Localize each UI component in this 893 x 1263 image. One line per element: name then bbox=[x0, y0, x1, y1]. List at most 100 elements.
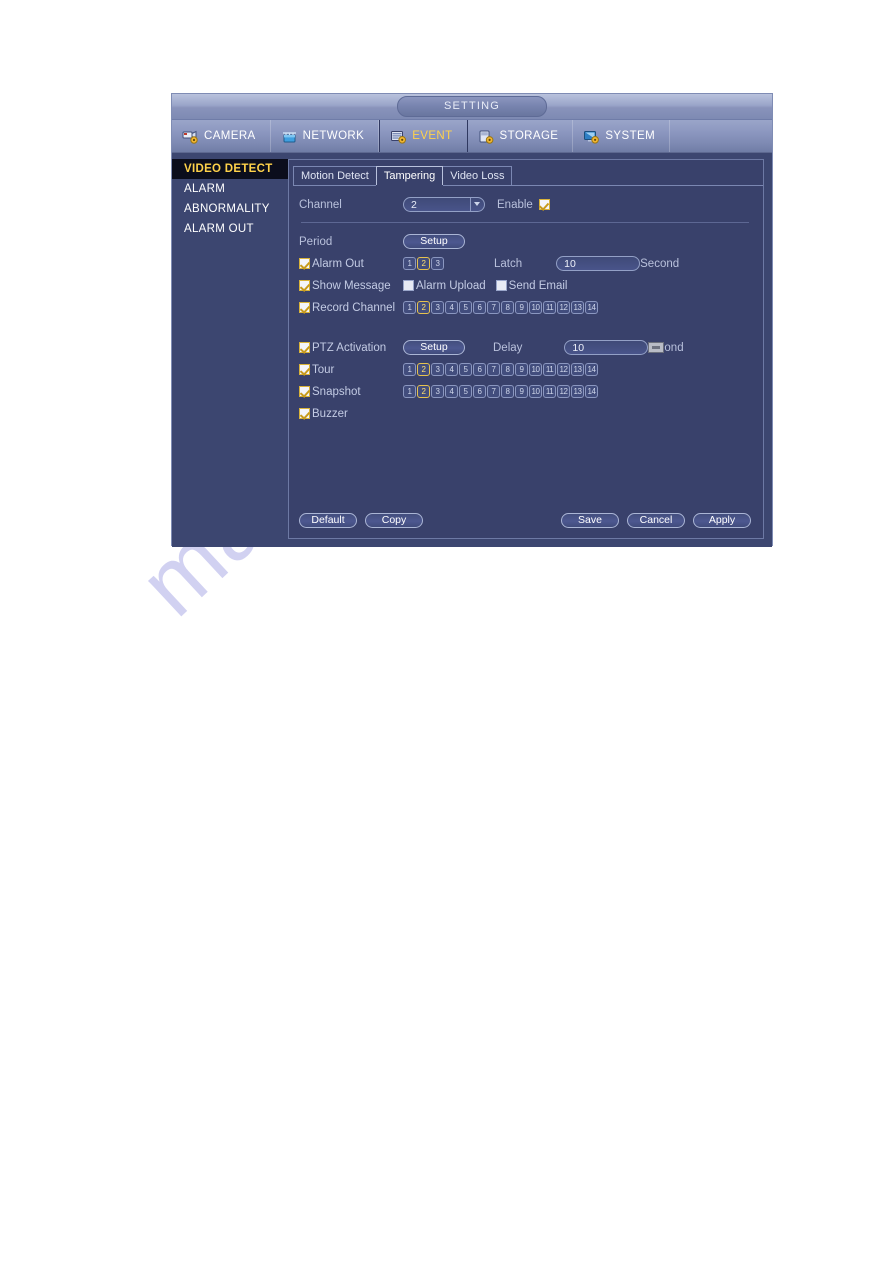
snapshot-channel[interactable]: 5 bbox=[459, 385, 472, 398]
send-email-checkbox[interactable] bbox=[495, 280, 507, 291]
tour-channel[interactable]: 8 bbox=[501, 363, 514, 376]
default-button[interactable]: Default bbox=[299, 513, 357, 528]
tab-system-label: SYSTEM bbox=[605, 130, 656, 142]
channel-select[interactable]: 2 bbox=[403, 197, 485, 212]
period-setup-button[interactable]: Setup bbox=[403, 234, 465, 249]
apply-button[interactable]: Apply bbox=[693, 513, 751, 528]
tab-video-loss[interactable]: Video Loss bbox=[442, 166, 513, 185]
record-channel[interactable]: 6 bbox=[473, 301, 486, 314]
tab-motion-detect[interactable]: Motion Detect bbox=[293, 166, 377, 185]
ptz-activation-checkbox[interactable] bbox=[299, 342, 310, 353]
record-channel[interactable]: 4 bbox=[445, 301, 458, 314]
snapshot-channel[interactable]: 12 bbox=[557, 385, 570, 398]
record-channel[interactable]: 5 bbox=[459, 301, 472, 314]
sidebar-item-alarm-out[interactable]: ALARM OUT bbox=[172, 219, 288, 239]
tampering-form: Channel 2 Enable Period Setup Alarm Out … bbox=[289, 186, 763, 424]
alarm-out-checkbox[interactable] bbox=[299, 258, 310, 269]
snapshot-channel[interactable]: 10 bbox=[529, 385, 542, 398]
snapshot-channel[interactable]: 13 bbox=[571, 385, 584, 398]
record-channel[interactable]: 12 bbox=[557, 301, 570, 314]
snapshot-channel[interactable]: 11 bbox=[543, 385, 556, 398]
record-channel-row: Record Channel 1 2 3 4 5 6 7 8 9 10 11 1… bbox=[299, 297, 751, 318]
alarm-out-channels: 1 2 3 bbox=[403, 257, 444, 270]
snapshot-channels: 1 2 3 4 5 6 7 8 9 10 11 12 13 14 bbox=[403, 385, 598, 398]
camera-icon bbox=[182, 129, 199, 144]
tour-channel[interactable]: 13 bbox=[571, 363, 584, 376]
tab-system[interactable]: SYSTEM bbox=[573, 120, 671, 152]
buzzer-row: Buzzer bbox=[299, 403, 751, 424]
alarm-out-channel[interactable]: 1 bbox=[403, 257, 416, 270]
buzzer-checkbox[interactable] bbox=[299, 408, 310, 419]
record-channel-checkbox[interactable] bbox=[299, 302, 310, 313]
window-title: SETTING bbox=[397, 96, 547, 117]
latch-input[interactable]: 10 bbox=[556, 256, 641, 271]
tour-channel[interactable]: 1 bbox=[403, 363, 416, 376]
copy-button[interactable]: Copy bbox=[365, 513, 423, 528]
snapshot-channel[interactable]: 1 bbox=[403, 385, 416, 398]
delay-input[interactable]: 10 bbox=[564, 340, 649, 355]
channel-row: Channel 2 Enable bbox=[299, 194, 751, 215]
enable-label: Enable bbox=[497, 198, 533, 211]
snapshot-channel[interactable]: 8 bbox=[501, 385, 514, 398]
record-channel[interactable]: 11 bbox=[543, 301, 556, 314]
sidebar-item-abnormality[interactable]: ABNORMALITY bbox=[172, 199, 288, 219]
snapshot-channel[interactable]: 4 bbox=[445, 385, 458, 398]
snapshot-channel[interactable]: 3 bbox=[431, 385, 444, 398]
record-channel[interactable]: 13 bbox=[571, 301, 584, 314]
record-channel[interactable]: 9 bbox=[515, 301, 528, 314]
cancel-button[interactable]: Cancel bbox=[627, 513, 685, 528]
snapshot-channel[interactable]: 2 bbox=[417, 385, 430, 398]
tab-network[interactable]: NETWORK bbox=[271, 120, 380, 152]
tour-channel[interactable]: 12 bbox=[557, 363, 570, 376]
alarm-out-channel[interactable]: 3 bbox=[431, 257, 444, 270]
snapshot-channel[interactable]: 9 bbox=[515, 385, 528, 398]
show-message-checkbox[interactable] bbox=[299, 280, 310, 291]
record-channel[interactable]: 10 bbox=[529, 301, 542, 314]
tour-channel[interactable]: 7 bbox=[487, 363, 500, 376]
enable-checkbox[interactable] bbox=[538, 199, 550, 210]
sidebar-item-video-detect[interactable]: VIDEO DETECT bbox=[172, 159, 288, 179]
tour-channel[interactable]: 9 bbox=[515, 363, 528, 376]
record-channel[interactable]: 1 bbox=[403, 301, 416, 314]
record-channel-label: Record Channel bbox=[312, 301, 396, 314]
delay-label: Delay bbox=[493, 341, 523, 354]
snapshot-channel[interactable]: 14 bbox=[585, 385, 598, 398]
ptz-setup-button[interactable]: Setup bbox=[403, 340, 465, 355]
record-channel[interactable]: 2 bbox=[417, 301, 430, 314]
tour-channel[interactable]: 11 bbox=[543, 363, 556, 376]
tab-camera[interactable]: CAMERA bbox=[172, 120, 271, 152]
main-tabbar: CAMERA NETWORK EVENT STORAGE SYSTEM bbox=[172, 120, 772, 153]
snapshot-checkbox[interactable] bbox=[299, 386, 310, 397]
record-channel[interactable]: 3 bbox=[431, 301, 444, 314]
snapshot-channel[interactable]: 6 bbox=[473, 385, 486, 398]
sidebar-item-alarm[interactable]: ALARM bbox=[172, 179, 288, 199]
record-channel[interactable]: 8 bbox=[501, 301, 514, 314]
tour-checkbox[interactable] bbox=[299, 364, 310, 375]
record-channel[interactable]: 7 bbox=[487, 301, 500, 314]
setting-window: SETTING CAMERA NETWORK EVENT STORAGE SYS… bbox=[171, 93, 773, 547]
latch-unit-label: Second bbox=[640, 257, 680, 270]
alarm-upload-label: Alarm Upload bbox=[416, 279, 486, 292]
tour-channel[interactable]: 3 bbox=[431, 363, 444, 376]
period-row: Period Setup bbox=[299, 231, 751, 252]
record-channel[interactable]: 14 bbox=[585, 301, 598, 314]
snapshot-channel[interactable]: 7 bbox=[487, 385, 500, 398]
select-separator bbox=[470, 198, 471, 211]
tour-channel[interactable]: 5 bbox=[459, 363, 472, 376]
tour-channel[interactable]: 14 bbox=[585, 363, 598, 376]
window-body: VIDEO DETECT ALARM ABNORMALITY ALARM OUT… bbox=[172, 153, 772, 547]
tab-tampering[interactable]: Tampering bbox=[375, 166, 444, 185]
tab-event-label: EVENT bbox=[412, 130, 453, 142]
form-divider bbox=[301, 222, 749, 223]
storage-icon bbox=[478, 129, 495, 144]
sub-tabbar: Motion Detect Tampering Video Loss bbox=[293, 166, 763, 186]
tour-channel[interactable]: 2 bbox=[417, 363, 430, 376]
alarm-upload-checkbox[interactable] bbox=[403, 280, 414, 291]
save-button[interactable]: Save bbox=[561, 513, 619, 528]
tour-channel[interactable]: 10 bbox=[529, 363, 542, 376]
tour-channel[interactable]: 6 bbox=[473, 363, 486, 376]
tour-channel[interactable]: 4 bbox=[445, 363, 458, 376]
tab-storage[interactable]: STORAGE bbox=[468, 120, 574, 152]
alarm-out-channel[interactable]: 2 bbox=[417, 257, 430, 270]
tab-event[interactable]: EVENT bbox=[379, 120, 468, 152]
